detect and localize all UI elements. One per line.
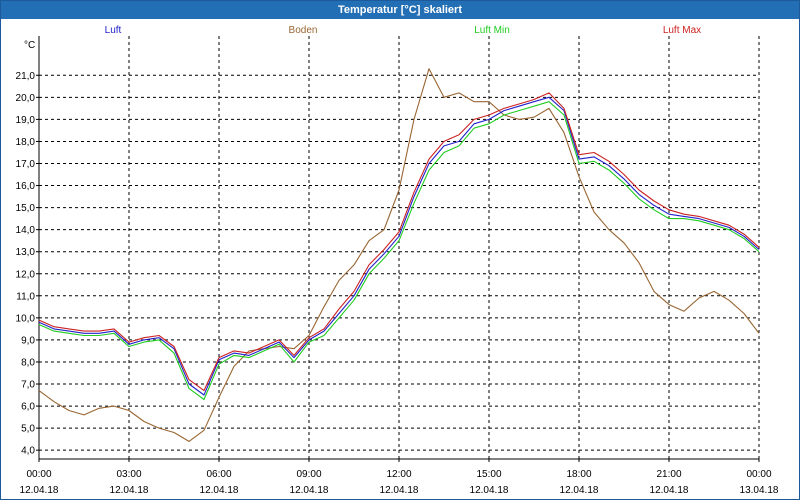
y-tick-label: 9,0 [21, 335, 35, 346]
legend: Luft Boden Luft Min Luft Max [105, 25, 702, 36]
y-tick-label: 5,0 [21, 424, 35, 435]
y-tick-label: 16,0 [16, 181, 36, 192]
x-tick-time-label: 21:00 [656, 469, 681, 480]
x-tick-time-label: 06:00 [206, 469, 231, 480]
y-tick-label: 12,0 [16, 269, 36, 280]
x-tick-date-label: 12.04.18 [560, 485, 599, 496]
x-tick-date-label: 12.04.18 [470, 485, 509, 496]
y-tick-label: 8,0 [21, 357, 35, 368]
y-tick-label: 20,0 [16, 93, 36, 104]
axis-labels: 4,0 5,0 6,0 7,0 8,0 9,0 10,0 11,0 12,0 13,0 14,0 15… [16, 71, 779, 496]
y-tick-label: 19,0 [16, 115, 36, 126]
x-tick-date-label: 12.04.18 [650, 485, 689, 496]
x-tick-date-label: 12.04.18 [20, 485, 59, 496]
y-tick-label: 6,0 [21, 402, 35, 413]
y-tick-label: 13,0 [16, 247, 36, 258]
grid [36, 36, 760, 462]
y-tick-label: 15,0 [16, 203, 36, 214]
x-tick-time-label: 15:00 [476, 469, 501, 480]
y-tick-label: 14,0 [16, 225, 36, 236]
y-tick-label: 7,0 [21, 380, 35, 391]
legend-entry-luft-min: Luft Min [474, 25, 510, 36]
y-tick-label: 17,0 [16, 159, 36, 170]
y-tick-label: 11,0 [16, 291, 35, 302]
x-tick-date-label: 12.04.18 [110, 485, 149, 496]
x-tick-time-label: 00:00 [26, 469, 51, 480]
y-tick-label: 21,0 [16, 71, 36, 82]
legend-entry-luft: Luft [105, 25, 122, 36]
y-tick-label: 18,0 [16, 137, 36, 148]
x-tick-time-label: 18:00 [566, 469, 591, 480]
x-tick-time-label: 09:00 [296, 469, 321, 480]
x-tick-time-label: 03:00 [116, 469, 141, 480]
y-tick-label: 4,0 [21, 446, 35, 457]
temperature-chart: 4,0 5,0 6,0 7,0 8,0 9,0 10,0 11,0 12,0 13,0 14,0 15… [16, 25, 779, 496]
legend-entry-luft-max: Luft Max [663, 25, 701, 36]
x-tick-time-label: 00:00 [746, 469, 771, 480]
x-tick-date-label: 13.04.18 [740, 485, 779, 496]
y-axis-unit: °C [24, 40, 35, 51]
y-tick-label: 10,0 [16, 313, 36, 324]
legend-entry-boden: Boden [289, 25, 318, 36]
x-tick-date-label: 12.04.18 [290, 485, 329, 496]
x-tick-time-label: 12:00 [386, 469, 411, 480]
x-tick-date-label: 12.04.18 [200, 485, 239, 496]
x-tick-date-label: 12.04.18 [380, 485, 419, 496]
